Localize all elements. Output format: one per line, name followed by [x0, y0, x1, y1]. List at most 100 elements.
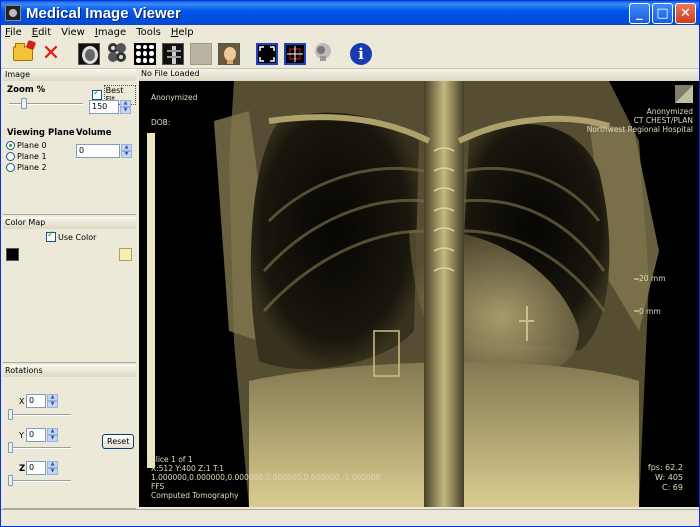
- rotation-y-slider-thumb[interactable]: [8, 442, 13, 453]
- corner-orientation-icon[interactable]: [675, 85, 693, 103]
- open-folder-icon: [13, 43, 33, 61]
- radio-icon: [6, 152, 15, 161]
- head-profile-icon: [218, 42, 240, 65]
- blank-tool-button[interactable]: [189, 42, 213, 66]
- title-bar[interactable]: Medical Image Viewer _ □ ✕: [1, 1, 699, 25]
- image-viewport[interactable]: Anonymized DOB: Anonymized CT CHEST/PLAN…: [139, 81, 699, 507]
- volume-spinner-arrows[interactable]: ▲ ▼: [121, 144, 132, 158]
- rotation-z-slider-track[interactable]: [9, 480, 71, 482]
- down-arrow-icon[interactable]: ▼: [47, 401, 58, 408]
- patient-anonymized: Anonymized: [646, 107, 693, 116]
- zoom-spinner-arrows[interactable]: ▲ ▼: [120, 100, 131, 114]
- plane-2-radio[interactable]: Plane 2: [6, 163, 47, 172]
- fit-window-icon: [256, 42, 278, 65]
- slice-info: Slice 1 of 1: [151, 455, 193, 464]
- rotation-x-input[interactable]: 0: [26, 394, 46, 408]
- plane-0-label: Plane 0: [17, 141, 47, 150]
- volume-render-button[interactable]: [311, 42, 335, 66]
- grid-layout-button[interactable]: [133, 42, 157, 66]
- overlay-bottom-left: Slice 1 of 1 X:512 Y:400 Z:1 T:1 1.00000…: [151, 455, 380, 500]
- close-x-icon: ✕: [41, 40, 61, 66]
- rotation-z-spinner[interactable]: 0 ▲ ▼: [26, 461, 58, 475]
- down-arrow-icon[interactable]: ▼: [47, 468, 58, 475]
- image-section: Image Zoom % Best Fit 150 ▲▼ Viewing Pla…: [3, 69, 136, 215]
- use-color-checkbox[interactable]: Use Color: [46, 230, 96, 242]
- rotation-x-slider-thumb[interactable]: [8, 409, 13, 420]
- about-button[interactable]: i: [349, 42, 373, 66]
- image-section-header: Image: [3, 70, 136, 81]
- up-arrow-icon[interactable]: ▲: [121, 144, 132, 151]
- zoom-input[interactable]: 150: [89, 100, 119, 114]
- rotation-z-slider-thumb[interactable]: [8, 475, 13, 486]
- down-arrow-icon[interactable]: ▼: [121, 151, 132, 158]
- app-icon: [5, 5, 21, 21]
- close-button[interactable]: ✕: [675, 3, 696, 24]
- down-arrow-icon[interactable]: ▼: [47, 435, 58, 442]
- brain-slices-icon: [106, 41, 128, 66]
- volume-spinner[interactable]: 0 ▲ ▼: [76, 144, 132, 158]
- reset-rotation-button[interactable]: Reset: [102, 434, 135, 449]
- open-file-button[interactable]: [11, 42, 35, 66]
- patient-name: Anonymized: [151, 93, 198, 102]
- axial-view-button[interactable]: [77, 42, 101, 66]
- plane-1-label: Plane 1: [17, 152, 47, 161]
- menu-file[interactable]: File: [5, 27, 22, 38]
- slices-view-button[interactable]: [105, 42, 129, 66]
- rotation-z-input[interactable]: 0: [26, 461, 46, 475]
- orientation-info: 1.000000,0.000000,0.000000 0.000000,0.00…: [151, 473, 381, 482]
- xray-image: [147, 81, 659, 507]
- rotation-y-spinner[interactable]: 0 ▲ ▼: [26, 428, 58, 442]
- crosshair-button[interactable]: [283, 42, 307, 66]
- window-width-readout: W: 405: [655, 473, 683, 482]
- radio-selected-icon: [6, 141, 15, 150]
- menu-image[interactable]: Image: [95, 27, 126, 38]
- up-arrow-icon[interactable]: ▲: [120, 100, 131, 107]
- window-center-readout: C: 69: [661, 483, 683, 492]
- minimize-button[interactable]: _: [629, 3, 650, 24]
- patient-position: FFS: [151, 482, 165, 491]
- best-fit-check-icon: [92, 88, 102, 100]
- zoom-slider-thumb[interactable]: [21, 98, 27, 109]
- rotation-y-input[interactable]: 0: [26, 428, 46, 442]
- volume-input[interactable]: 0: [76, 144, 120, 158]
- status-bar: [1, 509, 699, 526]
- left-panel: Image Zoom % Best Fit 150 ▲▼ Viewing Pla…: [3, 69, 136, 509]
- fit-window-button[interactable]: [255, 42, 279, 66]
- rotation-x-slider-track[interactable]: [9, 414, 71, 416]
- zoom-spinner[interactable]: 150 ▲ ▼: [89, 100, 131, 114]
- up-arrow-icon[interactable]: ▲: [47, 428, 58, 435]
- head-view-button[interactable]: [217, 42, 241, 66]
- maximize-button[interactable]: □: [652, 3, 673, 24]
- plane-0-radio[interactable]: Plane 0: [6, 141, 47, 150]
- window-controls: _ □ ✕: [629, 3, 696, 24]
- color-map-header: Color Map: [3, 218, 136, 229]
- overlay-top-left: Anonymized DOB:: [151, 93, 197, 127]
- up-arrow-icon[interactable]: ▲: [47, 394, 58, 401]
- color-map-start-swatch[interactable]: [6, 248, 19, 261]
- modality: Computed Tomography: [151, 491, 239, 500]
- close-file-button[interactable]: ✕: [39, 42, 63, 66]
- viewing-plane-label: Viewing Plane: [7, 128, 75, 138]
- dimension-info: X:512 Y:400 Z:1 T:1: [151, 464, 225, 473]
- rotation-y-arrows[interactable]: ▲ ▼: [47, 428, 58, 442]
- scale-label-bottom: 0 mm: [639, 307, 661, 316]
- info-icon: i: [350, 42, 372, 65]
- menu-help[interactable]: Help: [171, 27, 194, 38]
- rotation-x-spinner[interactable]: 0 ▲ ▼: [26, 394, 58, 408]
- rotation-x-label: X: [19, 397, 25, 406]
- menu-tools[interactable]: Tools: [136, 27, 161, 38]
- color-map-section: Color Map Use Color: [3, 217, 136, 363]
- spine-view-button[interactable]: [161, 42, 185, 66]
- rotation-y-slider-track[interactable]: [9, 447, 71, 449]
- down-arrow-icon[interactable]: ▼: [120, 107, 131, 114]
- plane-1-radio[interactable]: Plane 1: [6, 152, 47, 161]
- rotation-x-arrows[interactable]: ▲ ▼: [47, 394, 58, 408]
- menu-view[interactable]: View: [61, 27, 85, 38]
- up-arrow-icon[interactable]: ▲: [47, 461, 58, 468]
- color-map-end-swatch[interactable]: [119, 248, 132, 261]
- grid-layout-icon: [134, 42, 156, 65]
- scale-label-top: 20 mm: [639, 274, 666, 283]
- rotation-z-arrows[interactable]: ▲ ▼: [47, 461, 58, 475]
- spine-icon: [162, 42, 184, 65]
- menu-edit[interactable]: Edit: [32, 27, 51, 38]
